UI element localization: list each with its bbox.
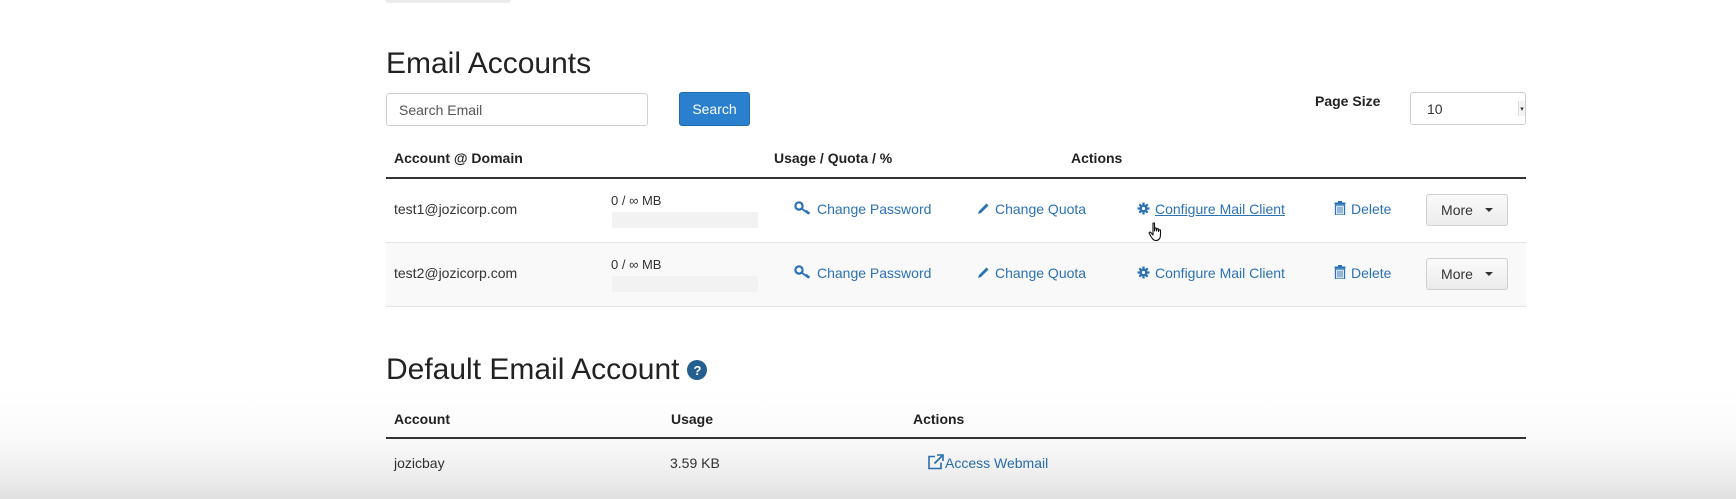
- email-accounts-title-text: Email Accounts: [386, 47, 592, 80]
- page-size-label: Page Size: [1315, 93, 1381, 109]
- usage-bar: [612, 212, 758, 228]
- configure-mail-client-label: Configure Mail Client: [1155, 265, 1285, 281]
- default-account-usage: 3.59 KB: [670, 455, 720, 471]
- key-icon: [794, 201, 812, 217]
- default-email-account-title: Default Email Account ?: [386, 353, 708, 387]
- external-link-icon: [927, 454, 944, 472]
- search-button[interactable]: Search: [679, 92, 750, 126]
- email-accounts-title: Email Accounts: [386, 47, 591, 81]
- configure-mail-client-link[interactable]: Configure Mail Client: [1137, 201, 1285, 217]
- select-caret-icon: ▾: [1518, 101, 1525, 116]
- change-quota-label: Change Quota: [995, 201, 1087, 217]
- col-header-usage: Usage: [671, 411, 714, 427]
- usage-value: 0 / ∞ MB: [611, 193, 662, 208]
- trash-icon: [1334, 201, 1346, 217]
- gear-icon: [1137, 266, 1150, 281]
- table-row: test1@jozicorp.com 0 / ∞ MB Change Passw…: [386, 179, 1526, 243]
- col-header-actions: Actions: [913, 411, 965, 427]
- more-label: More: [1441, 202, 1473, 218]
- col-header-actions: Actions: [1071, 150, 1123, 166]
- more-label: More: [1441, 266, 1473, 282]
- key-icon: [794, 265, 812, 281]
- account-email: test1@jozicorp.com: [394, 201, 518, 217]
- delete-link[interactable]: Delete: [1334, 265, 1391, 281]
- question-circle-icon[interactable]: ?: [687, 360, 708, 380]
- gear-icon: [1137, 202, 1150, 217]
- account-email: test2@jozicorp.com: [394, 265, 518, 281]
- col-header-account: Account: [394, 411, 450, 427]
- default-email-account-title-text: Default Email Account: [386, 353, 680, 386]
- hand-cursor-icon: [1148, 222, 1162, 242]
- caret-down-icon: [1484, 272, 1493, 276]
- configure-mail-client-link[interactable]: Configure Mail Client: [1137, 265, 1285, 281]
- caret-down-icon: [1484, 208, 1493, 212]
- top-divider: [385, 0, 511, 3]
- pencil-icon: [977, 202, 990, 217]
- access-webmail-label: Access Webmail: [945, 455, 1049, 471]
- configure-mail-client-label: Configure Mail Client: [1155, 201, 1285, 217]
- col-header-account: Account @ Domain: [394, 150, 523, 166]
- delete-link[interactable]: Delete: [1334, 201, 1391, 217]
- change-quota-label: Change Quota: [995, 265, 1087, 281]
- more-dropdown-button[interactable]: More: [1426, 194, 1508, 226]
- change-quota-link[interactable]: Change Quota: [977, 201, 1086, 217]
- usage-value: 0 / ∞ MB: [611, 257, 662, 272]
- table-row: test2@jozicorp.com 0 / ∞ MB Change Passw…: [386, 243, 1526, 307]
- more-dropdown-button[interactable]: More: [1426, 258, 1508, 290]
- page-size-value: 10: [1427, 100, 1443, 117]
- change-password-link[interactable]: Change Password: [794, 265, 931, 281]
- pencil-icon: [977, 266, 990, 281]
- change-password-label: Change Password: [817, 201, 932, 217]
- search-email-input[interactable]: [386, 93, 648, 126]
- usage-bar: [612, 276, 758, 292]
- col-header-usage: Usage / Quota / %: [774, 150, 893, 166]
- trash-icon: [1334, 265, 1346, 281]
- access-webmail-link[interactable]: Access Webmail: [927, 454, 1048, 472]
- change-password-label: Change Password: [817, 265, 932, 281]
- change-quota-link[interactable]: Change Quota: [977, 265, 1086, 281]
- page-size-select[interactable]: 10 ▾: [1410, 92, 1526, 125]
- delete-label: Delete: [1351, 265, 1392, 281]
- change-password-link[interactable]: Change Password: [794, 201, 931, 217]
- table-row: jozicbay 3.59 KB Access Webmail: [386, 439, 1526, 499]
- default-account-name: jozicbay: [394, 455, 445, 471]
- delete-label: Delete: [1351, 201, 1392, 217]
